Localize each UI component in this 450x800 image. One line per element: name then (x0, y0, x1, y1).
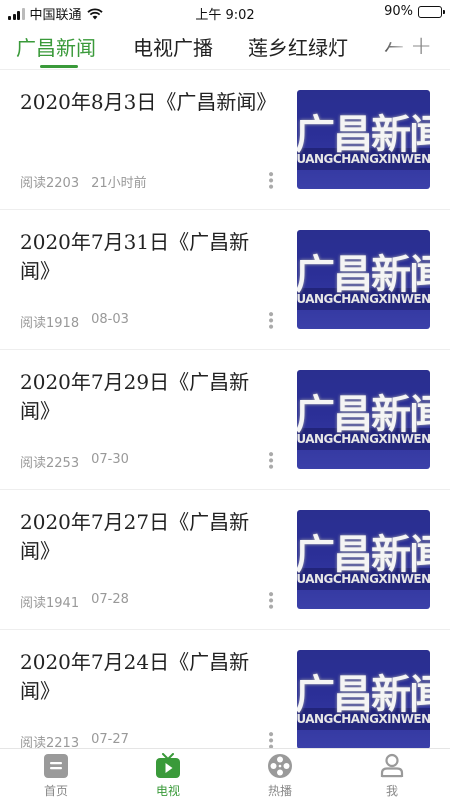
news-meta: 阅读2253 07-30 (20, 452, 129, 471)
publish-time: 07-30 (91, 452, 129, 467)
film-reel-icon (268, 754, 292, 778)
more-options-icon[interactable]: ••• (262, 590, 278, 609)
news-title: 2020年7月27日《广昌新闻》 (20, 510, 250, 563)
news-item[interactable]: 2020年7月31日《广昌新闻》 阅读1918 08-03 ••• 广昌新闻 G… (0, 210, 450, 350)
tab-lianxiang-traffic-light[interactable]: 莲乡红绿灯 (248, 32, 348, 61)
more-options-icon[interactable]: ••• (262, 310, 278, 329)
thumbnail-subtitle: GUANGCHANGXINWEN (297, 572, 430, 586)
publish-time: 08-03 (91, 312, 129, 327)
status-time: 上午 9:02 (195, 8, 255, 23)
read-count: 阅读2213 (20, 736, 80, 748)
battery-percent: 90% (384, 4, 413, 19)
read-count: 阅读1918 (20, 316, 80, 331)
status-right: 90% (384, 4, 445, 19)
status-bar: 中国联通 上午 9:02 90% (0, 0, 450, 24)
thumbnail-subtitle: GUANGCHANGXINWEN (297, 712, 430, 726)
more-options-icon[interactable]: ••• (262, 170, 278, 189)
news-list: 2020年8月3日《广昌新闻》 阅读2203 21小时前 ••• 广昌新闻 GU… (0, 70, 450, 748)
news-meta: 阅读1918 08-03 (20, 312, 129, 331)
publish-time: 07-27 (91, 732, 129, 747)
read-count: 阅读2203 (20, 176, 80, 191)
nav-home-label: 首页 (43, 784, 68, 798)
read-count: 阅读1941 (20, 596, 80, 611)
nav-tv[interactable]: 电视 (112, 751, 224, 800)
news-title: 2020年8月3日《广昌新闻》 (20, 90, 277, 114)
publish-time: 21小时前 (91, 176, 147, 191)
battery-icon (418, 5, 445, 18)
news-thumbnail: 广昌新闻 GUANGCHANGXINWEN (297, 90, 430, 189)
thumbnail-subtitle: GUANGCHANGXINWEN (297, 152, 430, 166)
news-item[interactable]: 2020年7月29日《广昌新闻》 阅读2253 07-30 ••• 广昌新闻 G… (0, 350, 450, 490)
nav-tv-label: 电视 (155, 784, 180, 798)
tab-tv-broadcast[interactable]: 电视广播 (133, 32, 213, 61)
news-meta: 阅读2213 07-27 (20, 732, 129, 748)
more-options-icon[interactable]: ••• (262, 730, 278, 748)
home-icon (44, 754, 68, 778)
news-thumbnail: 广昌新闻 GUANGCHANGXINWEN (297, 370, 430, 469)
news-thumbnail: 广昌新闻 GUANGCHANGXINWEN (297, 510, 430, 609)
user-icon (380, 753, 404, 778)
news-item[interactable]: 2020年7月27日《广昌新闻》 阅读1941 07-28 ••• 广昌新闻 G… (0, 490, 450, 630)
bottom-nav: 首页 电视 热播 我 (0, 748, 450, 800)
channel-tabs: 广昌新闻 电视广播 莲乡红绿灯 𠂉 + (0, 24, 450, 70)
news-meta: 阅读1941 07-28 (20, 592, 129, 611)
plus-icon[interactable]: + (410, 33, 432, 59)
news-title: 2020年7月29日《广昌新闻》 (20, 370, 250, 423)
thumbnail-subtitle: GUANGCHANGXINWEN (297, 432, 430, 446)
thumbnail-subtitle: GUANGCHANGXINWEN (297, 292, 430, 306)
news-thumbnail: 广昌新闻 GUANGCHANGXINWEN (297, 230, 430, 329)
tv-icon (156, 753, 180, 778)
tab-guangchang-news[interactable]: 广昌新闻 (16, 32, 96, 61)
nav-me-label: 我 (385, 784, 398, 798)
publish-time: 07-28 (91, 592, 129, 607)
nav-hot-label: 热播 (267, 784, 292, 798)
news-item[interactable]: 2020年7月24日《广昌新闻》 阅读2213 07-27 ••• 广昌新闻 G… (0, 630, 450, 748)
news-item[interactable]: 2020年8月3日《广昌新闻》 阅读2203 21小时前 ••• 广昌新闻 GU… (0, 70, 450, 210)
nav-hot[interactable]: 热播 (224, 751, 336, 800)
read-count: 阅读2253 (20, 456, 80, 471)
news-title: 2020年7月31日《广昌新闻》 (20, 230, 250, 283)
nav-home[interactable]: 首页 (0, 751, 112, 800)
news-title: 2020年7月24日《广昌新闻》 (20, 650, 250, 703)
news-meta: 阅读2203 21小时前 (20, 172, 147, 191)
active-tab-indicator (40, 65, 78, 68)
more-options-icon[interactable]: ••• (262, 450, 278, 469)
news-thumbnail: 广昌新闻 GUANGCHANGXINWEN (297, 650, 430, 748)
nav-me[interactable]: 我 (336, 751, 448, 800)
